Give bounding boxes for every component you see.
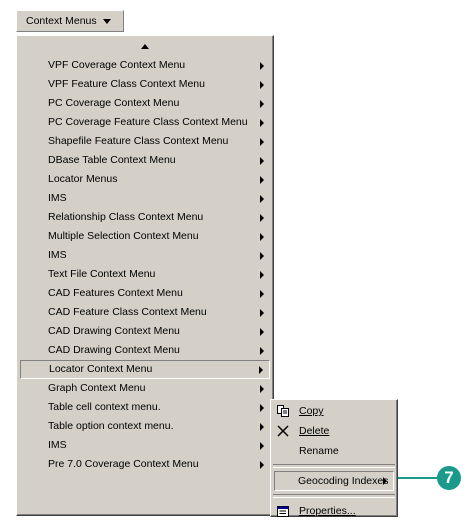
copy-label: Copy	[299, 405, 324, 417]
submenu-arrow-icon	[260, 290, 264, 298]
menu-item-label: Locator Menus	[48, 173, 118, 185]
menu-item[interactable]: CAD Features Context Menu	[20, 284, 270, 303]
submenu-arrow-icon	[260, 442, 264, 450]
submenu-arrow-icon	[260, 81, 264, 89]
submenu-arrow-icon	[260, 195, 264, 203]
geocoding-indexes-label: Geocoding Indexes	[298, 475, 389, 487]
menu-separator	[273, 494, 395, 498]
menu-item[interactable]: Text File Context Menu	[20, 265, 270, 284]
menu-item[interactable]: VPF Feature Class Context Menu	[20, 75, 270, 94]
submenu-arrow-icon	[260, 176, 264, 184]
submenu-arrow-icon	[260, 347, 264, 355]
menu-item[interactable]: Graph Context Menu	[20, 379, 270, 398]
submenu-arrow-icon	[260, 404, 264, 412]
properties-icon	[277, 506, 289, 517]
submenu-arrow-icon	[260, 138, 264, 146]
context-menus-popup: VPF Coverage Context Menu VPF Feature Cl…	[16, 35, 274, 516]
menu-item-label: Pre 7.0 Coverage Context Menu	[48, 458, 199, 470]
submenu-arrow-icon	[260, 423, 264, 431]
properties-label: Properties...	[299, 505, 356, 517]
menu-item[interactable]: Shapefile Feature Class Context Menu	[20, 132, 270, 151]
menu-item[interactable]: Multiple Selection Context Menu	[20, 227, 270, 246]
properties-menu-item[interactable]: Properties...	[273, 501, 395, 521]
menu-item[interactable]: CAD Drawing Context Menu	[20, 341, 270, 360]
menu-item[interactable]: Relationship Class Context Menu	[20, 208, 270, 227]
menu-item-label: Graph Context Menu	[48, 382, 146, 394]
menu-item[interactable]: PC Coverage Feature Class Context Menu	[20, 113, 270, 132]
submenu-arrow-icon	[260, 385, 264, 393]
scroll-up-button[interactable]	[17, 36, 273, 56]
menu-item-label: Table cell context menu.	[48, 401, 161, 413]
submenu-arrow-icon	[260, 119, 264, 127]
submenu-arrow-icon	[260, 271, 264, 279]
copy-icon	[277, 405, 289, 417]
menu-item-label: Locator Context Menu	[49, 363, 153, 375]
geocoding-indexes-menu-item[interactable]: Geocoding Indexes	[274, 471, 394, 491]
menu-item[interactable]: CAD Feature Class Context Menu	[20, 303, 270, 322]
rename-label: Rename	[299, 445, 339, 457]
menu-item-label: Multiple Selection Context Menu	[48, 230, 199, 242]
menu-item-label: VPF Coverage Context Menu	[48, 59, 186, 71]
submenu-arrow-icon	[260, 252, 264, 260]
submenu-arrow-icon	[260, 100, 264, 108]
menu-item[interactable]: CAD Drawing Context Menu	[20, 322, 270, 341]
delete-label: Delete	[299, 425, 330, 437]
menu-item-label: IMS	[48, 192, 67, 204]
callout-number-badge: 7	[437, 466, 461, 490]
submenu-arrow-icon	[260, 214, 264, 222]
delete-menu-item[interactable]: Delete	[273, 421, 395, 441]
menu-item-label: DBase Table Context Menu	[48, 154, 176, 166]
menu-item[interactable]: IMS	[20, 436, 270, 455]
callout-leader-line	[398, 477, 438, 479]
menu-item[interactable]: Locator Menus	[20, 170, 270, 189]
menu-item-label: CAD Features Context Menu	[48, 287, 183, 299]
menu-item-label: Text File Context Menu	[48, 268, 156, 280]
delete-x-icon	[277, 425, 289, 437]
menu-item[interactable]: Table option context menu.	[20, 417, 270, 436]
menu-item-label: Table option context menu.	[48, 420, 174, 432]
context-menus-button-label: Context Menus	[26, 15, 97, 27]
submenu-arrow-icon	[383, 477, 387, 485]
context-menus-dropdown-button[interactable]: Context Menus	[16, 10, 124, 32]
menu-item-label: VPF Feature Class Context Menu	[48, 78, 205, 90]
submenu-arrow-icon	[260, 62, 264, 70]
menu-item[interactable]: VPF Coverage Context Menu	[20, 56, 270, 75]
menu-item-label: Relationship Class Context Menu	[48, 211, 204, 223]
menu-item[interactable]: Pre 7.0 Coverage Context Menu	[20, 455, 270, 474]
submenu-arrow-icon	[260, 233, 264, 241]
menu-item-label: PC Coverage Context Menu	[48, 97, 180, 109]
menu-item-label: PC Coverage Feature Class Context Menu	[48, 116, 248, 128]
menu-item[interactable]: Table cell context menu.	[20, 398, 270, 417]
submenu-arrow-icon	[260, 309, 264, 317]
menu-item[interactable]: IMS	[20, 246, 270, 265]
menu-item-locator-context-menu[interactable]: Locator Context Menu	[20, 360, 270, 379]
menu-item-label: Shapefile Feature Class Context Menu	[48, 135, 229, 147]
menu-item-label: CAD Drawing Context Menu	[48, 325, 180, 337]
rename-menu-item[interactable]: Rename	[273, 441, 395, 461]
submenu-arrow-icon	[260, 461, 264, 469]
menu-item-label: CAD Feature Class Context Menu	[48, 306, 207, 318]
copy-menu-item[interactable]: Copy	[273, 401, 395, 421]
submenu-arrow-icon	[260, 157, 264, 165]
menu-item-label: IMS	[48, 249, 67, 261]
scroll-up-arrow-icon	[141, 43, 149, 49]
menu-item[interactable]: DBase Table Context Menu	[20, 151, 270, 170]
submenu-arrow-icon	[260, 328, 264, 336]
menu-item-label: IMS	[48, 439, 67, 451]
menu-item[interactable]: PC Coverage Context Menu	[20, 94, 270, 113]
locator-context-submenu: Copy Delete Rename Geocoding Indexes Pro…	[270, 399, 398, 517]
caret-down-icon	[102, 18, 111, 24]
submenu-arrow-icon	[259, 366, 263, 374]
menu-separator	[273, 464, 395, 468]
menu-item[interactable]: IMS	[20, 189, 270, 208]
menu-item-label: CAD Drawing Context Menu	[48, 344, 180, 356]
